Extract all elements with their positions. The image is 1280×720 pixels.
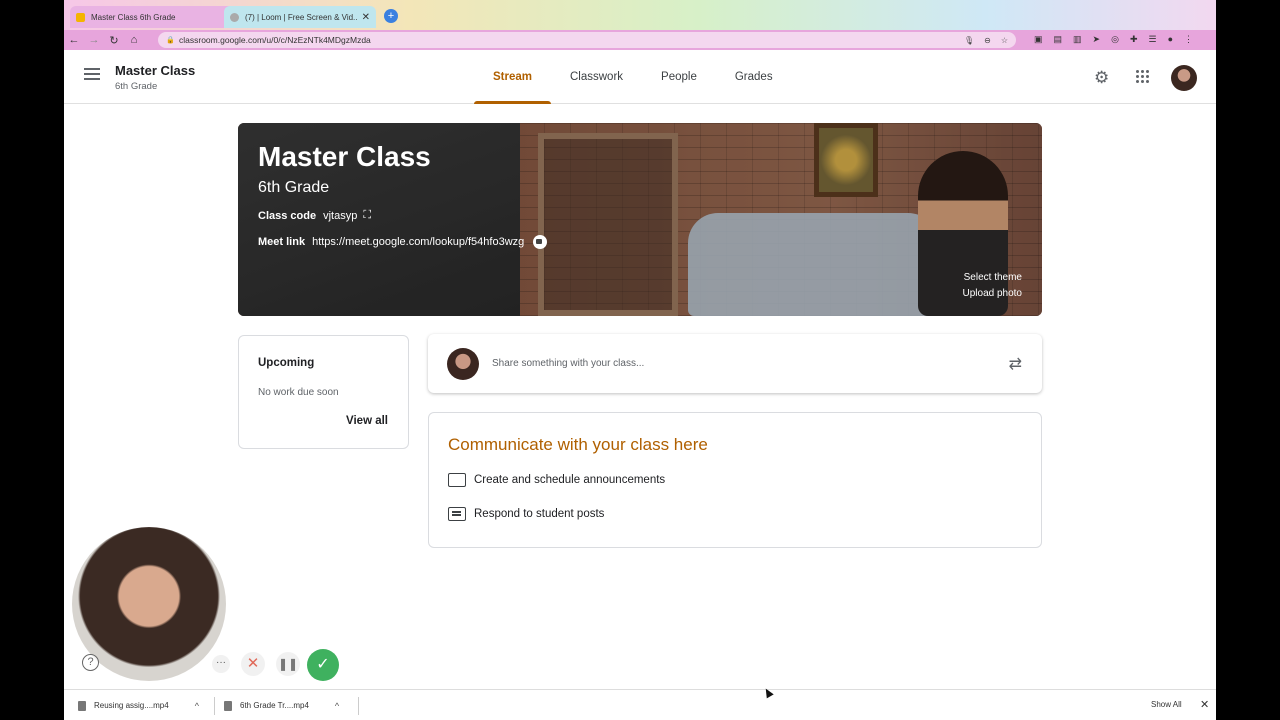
extension-icon[interactable]: ◎ (1111, 34, 1119, 45)
respond-row: Respond to student posts (448, 507, 604, 521)
video-camera-icon[interactable] (533, 235, 548, 249)
share-box[interactable]: Share something with your class... ⇄ (428, 334, 1042, 393)
extension-icon[interactable]: ▤ (1054, 34, 1063, 45)
extension-icon[interactable]: ➤ (1093, 34, 1101, 45)
announcement-icon (448, 473, 466, 487)
class-code-value: vjtasyp (323, 209, 358, 222)
file-icon (224, 700, 232, 711)
browser-tab-bar: Master Class 6th Grade ✕ (7) | Loom | Fr… (64, 0, 1216, 30)
browser-tab-classroom[interactable]: Master Class 6th Grade ✕ (70, 6, 250, 28)
more-options-icon[interactable]: ··· (212, 655, 230, 673)
queue-icon[interactable]: ☰ (1149, 34, 1157, 45)
share-placeholder[interactable]: Share something with your class... (492, 358, 644, 369)
new-tab-button[interactable]: + (384, 9, 398, 23)
finish-recording-icon[interactable]: ✓ (307, 649, 339, 681)
tab-classwork[interactable]: Classwork (551, 50, 642, 104)
classroom-header: Master Class 6th Grade Stream Classwork … (64, 50, 1216, 104)
forward-icon[interactable]: → (84, 34, 104, 46)
download-name: 6th Grade Tr....mp4 (240, 701, 309, 710)
meet-link-url[interactable]: https://meet.google.com/lookup/f54hfo3wz… (312, 236, 524, 248)
zoom-icon[interactable]: ⊖ (984, 36, 991, 45)
classroom-favicon-icon (76, 12, 85, 22)
address-bar[interactable]: 🔒 classroom.google.com/u/0/c/NzEzNTk4MDg… (158, 32, 1016, 48)
banner-subtitle: 6th Grade (258, 179, 330, 196)
kebab-menu-icon[interactable]: ⋮ (1184, 34, 1193, 45)
download-name: Reusing assig....mp4 (94, 701, 169, 710)
class-name[interactable]: Master Class (115, 63, 195, 78)
view-all-link[interactable]: View all (346, 415, 388, 427)
class-nav-tabs: Stream Classwork People Grades (474, 50, 792, 104)
url-text: classroom.google.com/u/0/c/NzEzNTk4MDgzM… (179, 35, 371, 45)
google-apps-icon[interactable] (1136, 70, 1150, 84)
upcoming-title: Upcoming (258, 357, 315, 369)
pause-recording-icon[interactable]: ❚❚ (276, 652, 300, 676)
tab-title: (7) | Loom | Free Screen & Vid... (245, 12, 358, 22)
repost-icon[interactable]: ⇄ (1009, 354, 1022, 374)
bookmark-star-icon[interactable]: ☆ (1001, 36, 1008, 45)
hamburger-menu-icon[interactable] (84, 68, 100, 82)
announcement-text: Create and schedule announcements (474, 474, 666, 486)
select-theme-button[interactable]: Select theme (964, 272, 1022, 283)
meet-link: Meet link https://meet.google.com/lookup… (258, 235, 548, 249)
close-tab-icon[interactable]: ✕ (362, 12, 370, 23)
extension-icon[interactable]: ▣ (1034, 34, 1043, 45)
file-icon (78, 700, 86, 711)
reload-icon[interactable]: ↻ (104, 34, 124, 47)
browser-toolbar: ← → ↻ ⌂ 🔒 classroom.google.com/u/0/c/NzE… (64, 30, 1216, 50)
close-shelf-icon[interactable]: ✕ (1200, 698, 1209, 711)
respond-text: Respond to student posts (474, 508, 605, 520)
download-item[interactable]: Reusing assig....mp4 ^ (78, 690, 199, 720)
class-code-label: Class code (258, 209, 317, 222)
tab-stream[interactable]: Stream (474, 50, 551, 104)
upcoming-empty-text: No work due soon (258, 387, 339, 398)
lock-icon: 🔒 (166, 37, 175, 44)
download-item[interactable]: 6th Grade Tr....mp4 ^ (224, 690, 339, 720)
comment-icon (448, 507, 466, 521)
browser-tab-loom[interactable]: (7) | Loom | Free Screen & Vid... ✕ (224, 6, 376, 28)
avatar (447, 348, 479, 380)
tab-title: Master Class 6th Grade (91, 12, 176, 22)
cancel-recording-icon[interactable]: ✕ (241, 652, 265, 676)
tab-grades[interactable]: Grades (716, 50, 792, 104)
settings-gear-icon[interactable]: ⚙ (1094, 68, 1109, 88)
extension-icon[interactable]: ▥ (1073, 34, 1082, 45)
show-all-button[interactable]: Show All (1151, 700, 1182, 709)
download-shelf: Reusing assig....mp4 ^ 6th Grade Tr....m… (64, 689, 1216, 720)
screen: Master Class 6th Grade ✕ (7) | Loom | Fr… (64, 0, 1216, 720)
class-banner: Master Class 6th Grade Class code vjtasy… (238, 123, 1042, 316)
chevron-up-icon[interactable]: ^ (335, 701, 339, 711)
loom-favicon-icon (230, 12, 239, 22)
communicate-card: Communicate with your class here Create … (428, 412, 1042, 548)
announcement-row: Create and schedule announcements (448, 473, 665, 487)
chevron-up-icon[interactable]: ^ (195, 701, 199, 711)
extensions-area: ▣ ▤ ▥ ➤ ◎ ✚ ☰ ● ⋮ (1034, 34, 1193, 45)
back-icon[interactable]: ← (64, 34, 84, 46)
tab-people[interactable]: People (642, 50, 716, 104)
puzzle-icon[interactable]: ✚ (1130, 34, 1138, 45)
meet-link-label: Meet link (258, 236, 306, 248)
upcoming-card: Upcoming No work due soon View all (238, 335, 409, 449)
banner-title: Master Class (258, 141, 431, 172)
home-icon[interactable]: ⌂ (124, 34, 144, 46)
class-code: Class code vjtasyp ⛶ (258, 209, 371, 222)
microphone-icon[interactable]: 🎙 (964, 36, 974, 45)
class-section: 6th Grade (115, 81, 158, 92)
communicate-title: Communicate with your class here (448, 435, 708, 454)
expand-icon[interactable]: ⛶ (363, 209, 371, 222)
upload-photo-button[interactable]: Upload photo (963, 288, 1023, 299)
help-icon[interactable]: ? (82, 654, 99, 671)
account-avatar[interactable] (1171, 65, 1197, 91)
profile-icon[interactable]: ● (1168, 34, 1173, 45)
